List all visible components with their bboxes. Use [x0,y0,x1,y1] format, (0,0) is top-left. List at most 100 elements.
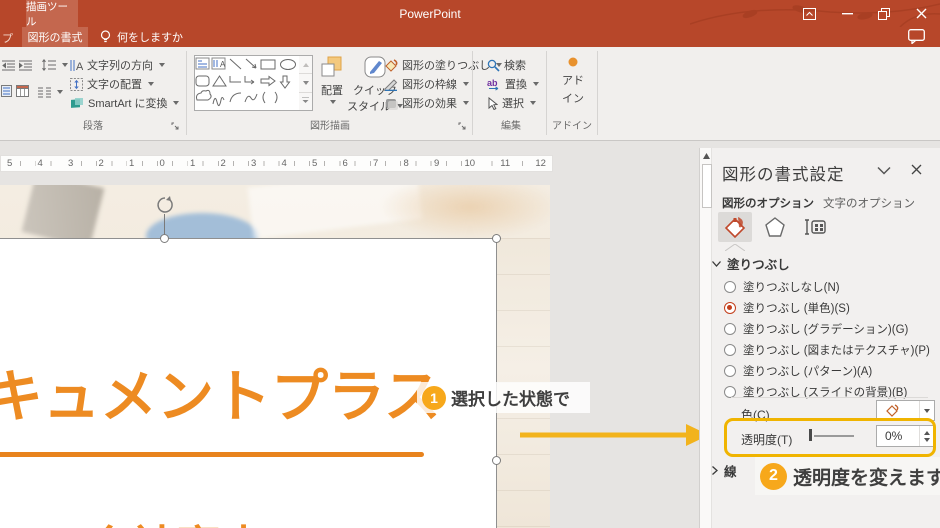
gallery-scroll-down[interactable] [299,74,312,93]
minimize-button[interactable] [836,4,858,23]
dropdown-caret [159,63,165,67]
addin-dot-icon [568,57,578,67]
restore-button[interactable] [873,4,895,23]
shape-fill-button[interactable]: 図形の塗りつぶし [384,57,503,73]
line-section-label: 線 [724,465,737,479]
addins-label-1: アド [562,75,584,87]
columns-button[interactable] [38,84,63,100]
panel-tab-text-options[interactable]: 文字のオプション [823,195,915,211]
ruler-number: 5 [310,156,320,171]
panel-collapse-chevron-icon[interactable] [877,166,891,175]
comments-button[interactable] [908,29,925,49]
shapes-gallery[interactable]: A [194,55,300,111]
indent-decrease-button[interactable] [1,58,15,72]
drawing-dialog-launcher[interactable] [458,118,468,130]
align-boxes-button[interactable] [0,84,12,98]
slide-title-text[interactable]: キュメントプラス [0,351,441,433]
size-properties-icon [805,219,826,235]
color-bucket-icon [886,404,899,417]
fill-line-icon-tab[interactable] [718,212,752,242]
addins-button[interactable]: アド イン [550,54,596,126]
resize-handle-top[interactable] [160,234,169,243]
line-section-header[interactable]: 線 [712,461,737,480]
ruler-number: 1 [188,156,198,171]
format-shape-panel: 図形の書式設定 図形のオプション 文字のオプション 塗りつぶし 塗りつぶしなし(… [699,148,940,528]
slide-partial-heading[interactable]: 会社案内 [86,511,266,528]
slide-canvas[interactable]: キュメントプラス 会社案内 [0,185,550,528]
align-table-button[interactable] [15,84,29,98]
fill-option[interactable]: 塗りつぶし (図またはテクスチャ)(P) [724,339,930,360]
paragraph-dialog-launcher[interactable] [171,118,181,130]
ruler-number: 1 [127,156,137,171]
fill-section-label: 塗りつぶし [727,258,790,272]
tab-shape-format[interactable]: 図形の書式 [22,27,88,47]
pointer-arrow [520,424,709,446]
arrange-label: 配置 [321,85,343,97]
dropdown-caret [62,63,68,67]
gallery-more-button[interactable] [299,93,312,110]
chevron-down-icon [712,260,721,267]
dropdown-caret [57,90,63,94]
convert-smartart-label: SmartArt に変換 [88,98,168,110]
svg-text:A: A [76,61,83,72]
panel-close-icon[interactable] [911,164,922,175]
shape-outline-button[interactable]: 図形の枠線 [384,76,469,92]
addins-label-2: イン [562,93,584,105]
radio-icon [724,322,736,335]
fill-option[interactable]: 塗りつぶし (スライドの背景)(B) [724,381,930,402]
fill-option[interactable]: 塗りつぶしなし(N) [724,276,930,297]
group-label-paragraph: 段落 [83,121,103,132]
radio-icon [724,301,736,314]
panel-tab-shape-options[interactable]: 図形のオプション [722,195,814,211]
arrange-button[interactable]: 配置 [312,54,352,126]
radio-icon [724,364,736,377]
fill-options-list: 塗りつぶしなし(N) 塗りつぶし (単色)(S) 塗りつぶし (グラデーション)… [724,276,930,402]
fill-option[interactable]: 塗りつぶし (グラデーション)(G) [724,318,930,339]
panel-scrollbar[interactable] [699,148,712,528]
fill-option[interactable]: 塗りつぶし (単色)(S) [724,297,930,318]
ribbon-display-options-button[interactable] [798,4,820,23]
text-direction-button[interactable]: A 文字列の方向 [70,57,165,73]
resize-handle-right[interactable] [492,456,501,465]
resize-handle-top-right[interactable] [492,234,501,243]
search-icon [487,59,500,72]
chevron-right-icon [712,466,718,475]
dropdown-caret [533,82,539,86]
fill-option-label: 塗りつぶし (パターン)(A) [743,365,873,378]
rotation-handle[interactable] [156,196,174,214]
ruler-number: 3 [249,156,259,171]
ruler-number: 2 [96,156,106,171]
shape-effects-button[interactable]: 図形の効果 [384,95,469,111]
shape-outline-icon [384,78,398,91]
replace-icon: ab [487,78,499,91]
arrange-icon [321,56,342,77]
convert-smartart-button[interactable]: SmartArt に変換 [70,95,180,111]
replace-button[interactable]: ab 置換 [487,76,539,92]
radio-icon [724,280,736,293]
indent-increase-button[interactable] [18,58,32,72]
gallery-scroll-up[interactable] [299,56,312,75]
close-button[interactable] [910,4,932,23]
fill-section-header[interactable]: 塗りつぶし [712,254,790,273]
tab-partial[interactable]: プ [2,30,13,46]
align-text-button[interactable]: 文字の配置 [70,76,154,92]
effects-icon-tab[interactable] [758,212,792,242]
size-properties-icon-tab[interactable] [798,212,832,242]
fill-option-label: 塗りつぶし (グラデーション)(G) [743,323,909,336]
ruler-number: 3 [66,156,76,171]
shapes-gallery-scroll [299,55,313,111]
line-spacing-button[interactable] [42,57,68,73]
select-label: 選択 [502,98,524,110]
ruler-number: 11 [498,156,513,171]
select-button[interactable]: 選択 [487,95,536,111]
fill-option[interactable]: 塗りつぶし (パターン)(A) [724,360,930,381]
find-button[interactable]: 検索 [487,57,526,73]
fill-option-label: 塗りつぶし (単色)(S) [743,302,850,315]
tell-me-box[interactable]: 何をしますか [100,27,183,47]
shape-outline-label: 図形の枠線 [402,79,457,91]
lightbulb-icon [100,30,111,43]
horizontal-ruler[interactable]: 5 4 3 2 1 0 1 2 3 4 5 6 7 8 9 10 11 12 [0,155,553,172]
radio-icon [724,343,736,356]
scrollbar-thumb[interactable] [702,164,712,208]
ruler-number: 5 [5,156,15,171]
